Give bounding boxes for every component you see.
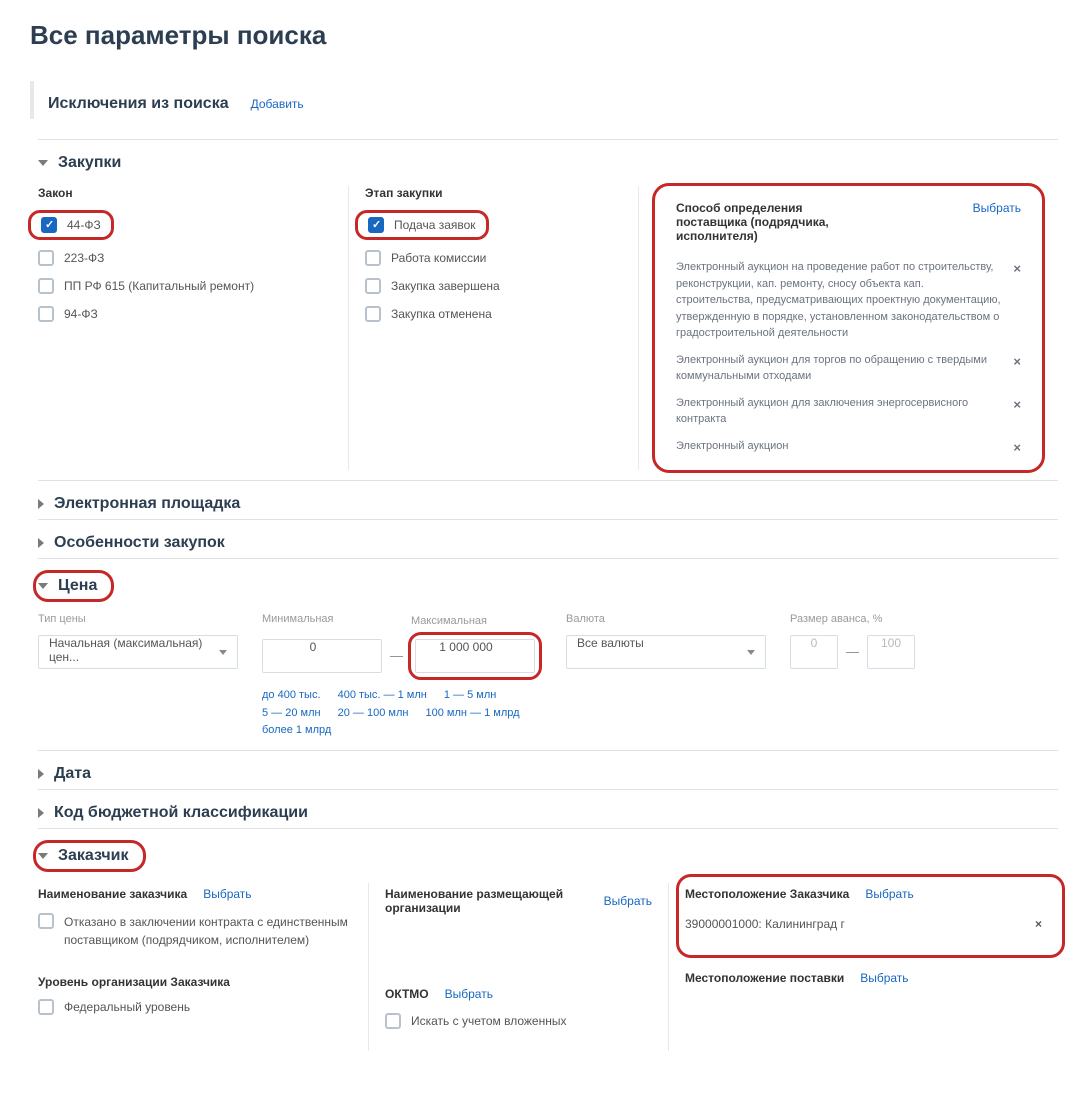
- supplier-item: Электронный аукцион ×: [676, 436, 1021, 466]
- section-purchases: Закупки Закон 44-ФЗ 223-ФЗ ПП РФ 615 (Ка…: [38, 139, 1058, 480]
- price-min-input[interactable]: 0: [262, 639, 382, 673]
- chevron-down-icon: [38, 160, 48, 166]
- stage-label: Этап закупки: [365, 186, 622, 200]
- checkbox-icon: [38, 999, 54, 1015]
- advance-label: Размер аванса, %: [790, 613, 915, 625]
- preset-link[interactable]: 5 — 20 млн: [262, 707, 321, 719]
- price-presets: до 400 тыс. 400 тыс. — 1 млн 1 — 5 млн 5…: [262, 687, 542, 740]
- stage-checkbox-commission[interactable]: Работа комиссии: [365, 250, 622, 266]
- placing-org-select[interactable]: Выбрать: [604, 894, 652, 908]
- chevron-right-icon: [38, 808, 44, 818]
- law-checkbox-94fz[interactable]: 94-ФЗ: [38, 306, 332, 322]
- price-min-label: Минимальная: [262, 613, 542, 625]
- checkbox-icon: [38, 250, 54, 266]
- section-exclusions: Исключения из поиска Добавить: [30, 81, 1058, 119]
- oktmo-label: ОКТМО: [385, 987, 429, 1001]
- delivery-label: Местоположение поставки: [685, 971, 844, 985]
- checkbox-icon: [38, 913, 54, 929]
- section-price: Цена Тип цены Начальная (максимальная) ц…: [38, 558, 1058, 750]
- law-checkbox-223fz[interactable]: 223-ФЗ: [38, 250, 332, 266]
- preset-link[interactable]: 1 — 5 млн: [444, 689, 496, 701]
- advance-max-input[interactable]: 100: [867, 635, 915, 669]
- section-date: Дата: [38, 750, 1058, 789]
- price-header[interactable]: Цена: [38, 577, 97, 595]
- preset-link[interactable]: до 400 тыс.: [262, 689, 321, 701]
- exclusions-add-link[interactable]: Добавить: [251, 97, 304, 111]
- level-federal-checkbox[interactable]: Федеральный уровень: [38, 999, 352, 1015]
- remove-icon[interactable]: ×: [1013, 352, 1021, 372]
- chevron-down-icon: [38, 583, 48, 589]
- org-level-label: Уровень организации Заказчика: [38, 975, 352, 989]
- law-label: Закон: [38, 186, 332, 200]
- customer-name-label: Наименование заказчика: [38, 887, 187, 901]
- chevron-right-icon: [38, 499, 44, 509]
- section-kbk: Код бюджетной классификации: [38, 789, 1058, 828]
- delivery-select[interactable]: Выбрать: [860, 971, 908, 985]
- price-max-input[interactable]: 1 000 000: [415, 639, 535, 673]
- purchases-title: Закупки: [58, 154, 121, 172]
- supplier-select-link[interactable]: Выбрать: [973, 201, 1021, 215]
- refused-checkbox[interactable]: Отказано в заключении контракта с единст…: [38, 913, 352, 949]
- checkbox-icon: [365, 250, 381, 266]
- remove-icon[interactable]: ×: [1013, 259, 1021, 279]
- supplier-title: Способ определения поставщика (подрядчик…: [676, 201, 876, 243]
- range-dash: —: [382, 639, 411, 673]
- checkbox-icon: [38, 278, 54, 294]
- chevron-right-icon: [38, 538, 44, 548]
- location-label: Местоположение Заказчика: [685, 887, 849, 901]
- nested-checkbox[interactable]: Искать с учетом вложенных: [385, 1013, 652, 1029]
- purchases-header[interactable]: Закупки: [38, 154, 1058, 172]
- currency-label: Валюта: [566, 613, 766, 625]
- preset-link[interactable]: более 1 млрд: [262, 724, 331, 736]
- kbk-header[interactable]: Код бюджетной классификации: [38, 804, 1058, 822]
- checkbox-icon: [368, 217, 384, 233]
- placing-org-label: Наименование размещающей организации: [385, 887, 588, 915]
- chevron-down-icon: [38, 853, 48, 859]
- remove-icon[interactable]: ×: [1035, 917, 1042, 931]
- supplier-item: Электронный аукцион для заключения энерг…: [676, 393, 1021, 436]
- exclusions-header: Исключения из поиска Добавить: [48, 95, 1058, 113]
- price-max-label: Максимальная: [411, 615, 487, 627]
- supplier-item: Электронный аукцион на проведение работ …: [676, 257, 1021, 350]
- exclusions-title: Исключения из поиска: [48, 95, 229, 113]
- location-select[interactable]: Выбрать: [865, 887, 913, 901]
- chevron-right-icon: [38, 769, 44, 779]
- range-dash: —: [838, 635, 867, 669]
- stage-checkbox-cancelled[interactable]: Закупка отменена: [365, 306, 622, 322]
- section-features: Особенности закупок: [38, 519, 1058, 558]
- currency-select[interactable]: Все валюты: [566, 635, 766, 669]
- preset-link[interactable]: 20 — 100 млн: [338, 707, 409, 719]
- customer-header[interactable]: Заказчик: [38, 847, 129, 865]
- price-type-select[interactable]: Начальная (максимальная) цен...: [38, 635, 238, 669]
- page-title: Все параметры поиска: [30, 20, 1058, 51]
- advance-min-input[interactable]: 0: [790, 635, 838, 669]
- date-header[interactable]: Дата: [38, 765, 1058, 783]
- price-type-label: Тип цены: [38, 613, 238, 625]
- checkbox-icon: [38, 306, 54, 322]
- location-item: 39000001000: Калининград г ×: [685, 913, 1042, 935]
- checkbox-icon: [385, 1013, 401, 1029]
- customer-name-select[interactable]: Выбрать: [203, 887, 251, 901]
- preset-link[interactable]: 100 млн — 1 млрд: [426, 707, 520, 719]
- supplier-item: Электронный аукцион для торгов по обраще…: [676, 350, 1021, 393]
- remove-icon[interactable]: ×: [1013, 395, 1021, 415]
- section-platform: Электронная площадка: [38, 480, 1058, 519]
- checkbox-icon: [365, 306, 381, 322]
- features-header[interactable]: Особенности закупок: [38, 534, 1058, 552]
- preset-link[interactable]: 400 тыс. — 1 млн: [338, 689, 427, 701]
- checkbox-icon: [41, 217, 57, 233]
- checkbox-icon: [365, 278, 381, 294]
- oktmo-select[interactable]: Выбрать: [445, 987, 493, 1001]
- section-customer: Заказчик Наименование заказчика Выбрать …: [38, 828, 1058, 1061]
- supplier-panel: Способ определения поставщика (подрядчик…: [655, 186, 1042, 470]
- stage-checkbox-submit[interactable]: Подача заявок: [368, 217, 476, 233]
- law-checkbox-pp615[interactable]: ПП РФ 615 (Капитальный ремонт): [38, 278, 332, 294]
- platform-header[interactable]: Электронная площадка: [38, 495, 1058, 513]
- law-checkbox-44fz[interactable]: 44-ФЗ: [41, 217, 101, 233]
- stage-checkbox-completed[interactable]: Закупка завершена: [365, 278, 622, 294]
- remove-icon[interactable]: ×: [1013, 438, 1021, 458]
